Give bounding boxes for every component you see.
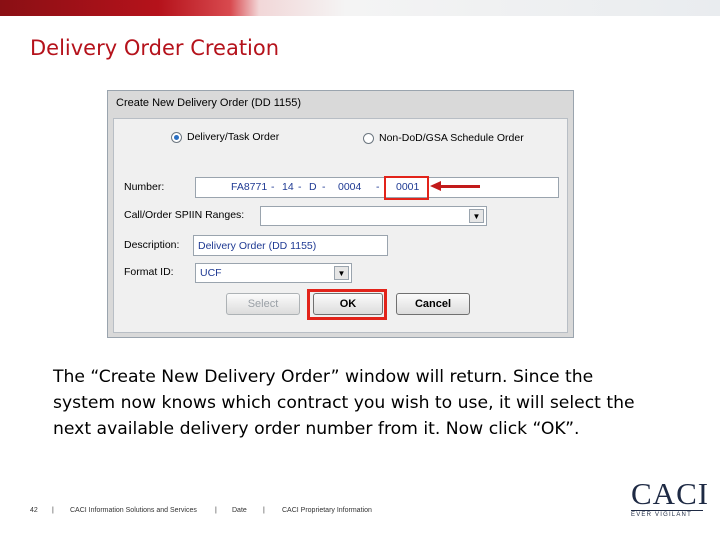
- format-id-select[interactable]: UCF ▼: [195, 263, 352, 283]
- description-field[interactable]: Delivery Order (DD 1155): [193, 235, 388, 256]
- description-label: Description:: [124, 239, 180, 251]
- footer-separator: |: [52, 507, 54, 514]
- call-order-select[interactable]: ▼: [260, 206, 487, 226]
- contract-segment-1: FA8771: [231, 181, 268, 193]
- radio-label: Delivery/Task Order: [187, 131, 280, 143]
- ok-button-highlight: [307, 289, 387, 320]
- footer-separator: |: [215, 507, 217, 514]
- footer-separator: |: [263, 507, 265, 514]
- order-number-highlight: [384, 176, 429, 200]
- number-separator: -: [271, 181, 275, 193]
- format-id-value: UCF: [200, 267, 222, 279]
- number-separator: -: [298, 181, 302, 193]
- radio-delivery-task-order[interactable]: Delivery/Task Order: [171, 131, 279, 143]
- contract-segment-4: 0004: [338, 181, 362, 193]
- number-separator: -: [322, 181, 326, 193]
- header-band: [0, 0, 720, 16]
- cancel-button[interactable]: Cancel: [396, 293, 470, 315]
- footer-date: Date: [232, 507, 247, 514]
- logo-wordmark: CACI: [631, 476, 710, 511]
- arrow-shaft: [440, 185, 480, 188]
- contract-segment-2: 14: [282, 181, 294, 193]
- radio-selected-icon: [171, 131, 182, 143]
- radio-non-dod-gsa[interactable]: Non-DoD/GSA Schedule Order: [363, 132, 524, 144]
- radio-unselected-icon: [363, 132, 374, 144]
- page-number: 42: [30, 507, 38, 514]
- call-order-label: Call/Order SPIIN Ranges:: [124, 209, 245, 221]
- logo-tagline: EVER VIGILANT: [631, 510, 703, 518]
- footer-proprietary: CACI Proprietary Information: [282, 507, 372, 514]
- dialog-title: Create New Delivery Order (DD 1155): [116, 97, 302, 109]
- number-label: Number:: [124, 181, 165, 193]
- format-id-label: Format ID:: [124, 266, 174, 278]
- footer-company: CACI Information Solutions and Services: [70, 507, 197, 514]
- contract-segment-3: D: [309, 181, 317, 193]
- instruction-text: The “Create New Delivery Order” window w…: [53, 367, 635, 439]
- caci-logo: CACI EVER VIGILANT: [631, 476, 710, 518]
- slide-title: Delivery Order Creation: [30, 36, 280, 60]
- number-separator: -: [376, 181, 380, 193]
- select-button[interactable]: Select: [226, 293, 300, 315]
- chevron-down-icon[interactable]: ▼: [469, 209, 484, 223]
- radio-label: Non-DoD/GSA Schedule Order: [379, 132, 524, 144]
- chevron-down-icon[interactable]: ▼: [334, 266, 349, 280]
